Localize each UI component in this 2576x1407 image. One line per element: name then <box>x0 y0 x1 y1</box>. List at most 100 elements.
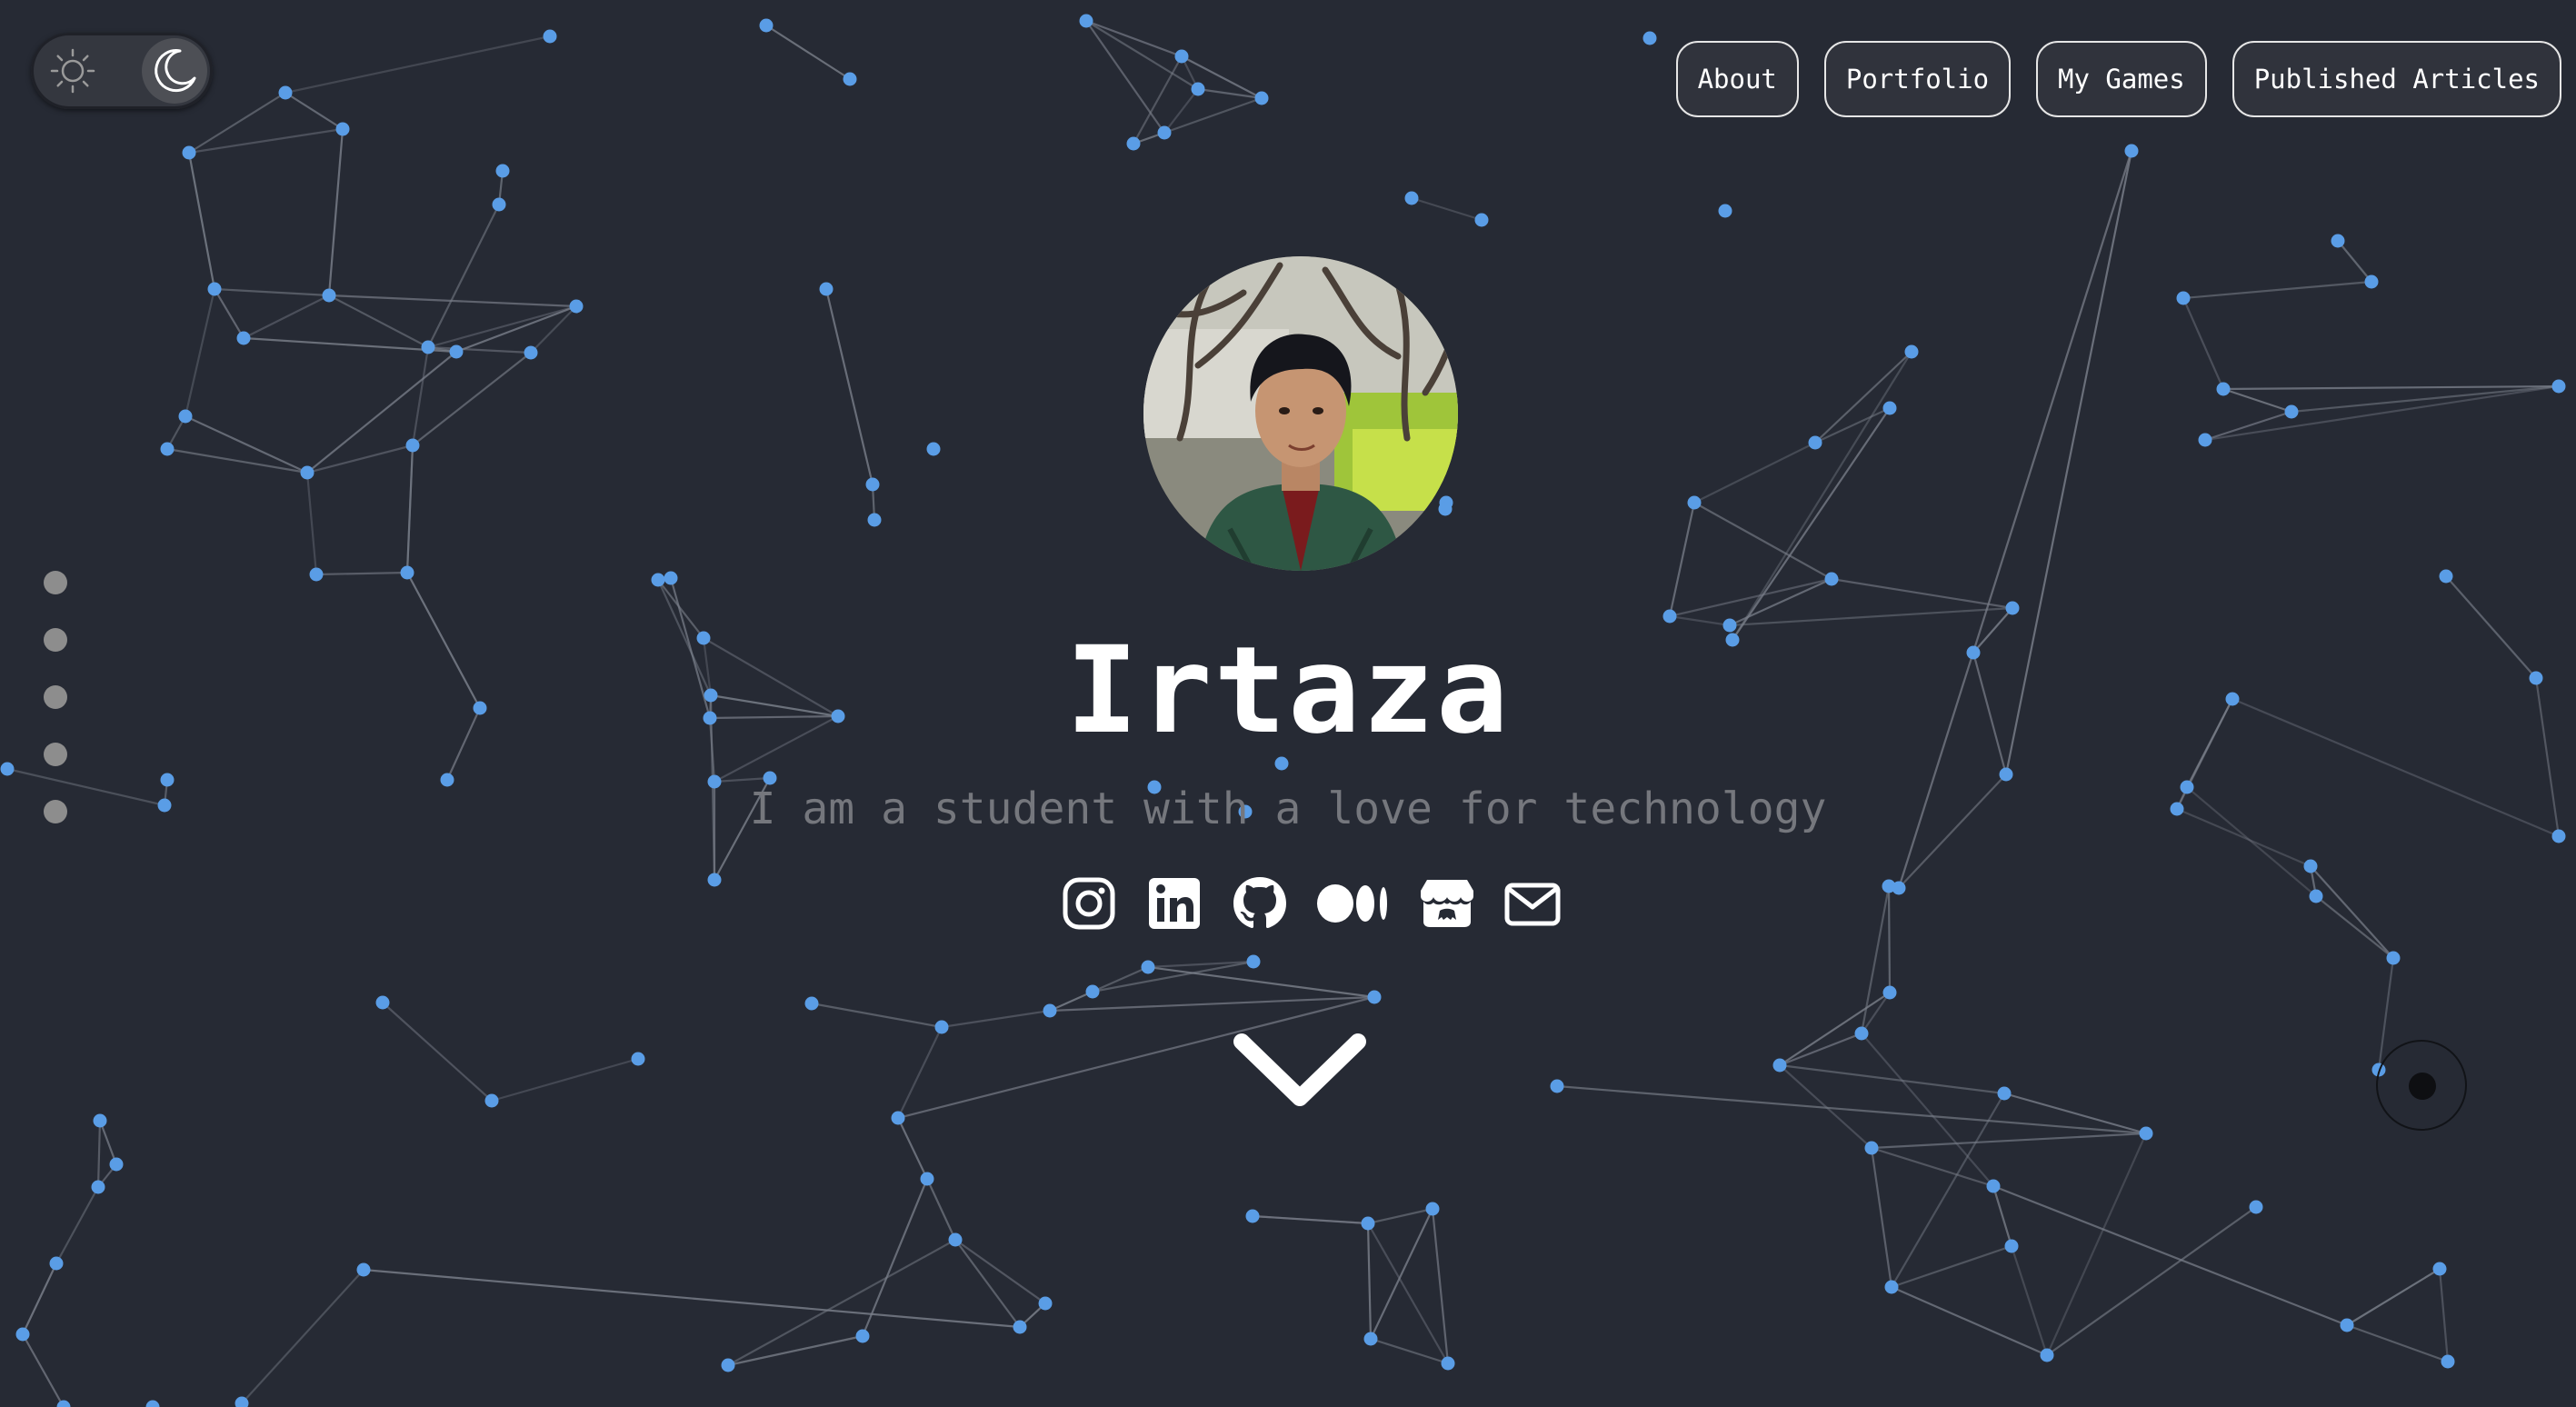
network-node <box>2216 382 2231 396</box>
network-node <box>1079 14 1093 28</box>
network-edge <box>1860 885 1891 1034</box>
network-edge <box>1669 614 1731 627</box>
network-node <box>2284 404 2299 419</box>
network-edge <box>1831 577 2013 610</box>
scroll-down-button[interactable] <box>1229 1029 1371 1113</box>
nav-about-button[interactable]: About <box>1675 41 1799 117</box>
network-node <box>300 465 315 480</box>
moon-icon <box>155 49 196 93</box>
network-node <box>920 1172 934 1186</box>
network-edge <box>427 304 577 349</box>
network-node <box>1884 1280 1899 1294</box>
network-edge <box>2182 280 2372 300</box>
network-node <box>1245 1209 1260 1223</box>
network-node <box>1772 1058 1787 1073</box>
network-node <box>1986 1179 2001 1193</box>
network-edge <box>1897 150 2133 889</box>
network-node <box>1157 125 1172 140</box>
network-node <box>2551 379 2566 394</box>
network-edge <box>811 1002 943 1029</box>
network-node <box>182 145 196 160</box>
network-edge <box>1411 196 1483 222</box>
network-node <box>926 442 941 456</box>
network-edge <box>2045 1133 2148 1356</box>
network-node <box>1882 879 1896 893</box>
network-edge <box>727 1239 956 1366</box>
network-edge <box>1779 992 1891 1066</box>
mail-icon[interactable] <box>1503 874 1562 933</box>
network-node <box>1361 1216 1375 1231</box>
network-node <box>1363 1332 1378 1346</box>
network-edge <box>1668 502 1696 617</box>
network-edge <box>243 294 330 339</box>
network-node <box>2331 234 2345 248</box>
network-edge <box>1891 1285 2048 1357</box>
network-node <box>891 1111 905 1125</box>
network-edge <box>2346 1323 2449 1363</box>
network-edge <box>315 571 408 576</box>
network-edge <box>306 351 457 474</box>
itchio-icon[interactable] <box>1418 874 1476 933</box>
nav-my-games-button[interactable]: My Games <box>2036 41 2207 117</box>
network-edge <box>411 346 430 446</box>
network-node <box>484 1093 499 1108</box>
network-edge <box>55 1186 99 1264</box>
network-node <box>492 197 506 212</box>
hero-section: About Portfolio My Games Published Artic… <box>0 0 2576 1407</box>
instagram-icon[interactable] <box>1060 874 1118 933</box>
network-node <box>1425 1202 1440 1216</box>
network-node <box>2176 291 2191 305</box>
network-node <box>843 72 857 86</box>
network-edge <box>2182 297 2225 390</box>
network-node <box>2309 889 2323 903</box>
network-node <box>2303 859 2318 873</box>
network-node <box>2439 569 2453 584</box>
network-node <box>855 1329 870 1343</box>
network-edge <box>1891 1244 2012 1289</box>
nav-portfolio-button[interactable]: Portfolio <box>1823 41 2012 117</box>
profile-tagline: I am a student with a love for technolog… <box>749 783 1827 834</box>
network-edge <box>714 776 771 783</box>
network-node <box>322 288 336 303</box>
network-node <box>819 282 834 296</box>
network-edge <box>765 25 851 80</box>
network-edge <box>491 1057 639 1103</box>
network-node <box>2386 951 2401 965</box>
network-node <box>400 565 414 580</box>
github-icon[interactable] <box>1231 874 1289 933</box>
social-links <box>1060 874 1562 933</box>
network-node <box>495 164 510 178</box>
network-node <box>759 18 774 33</box>
network-edge <box>1729 577 1832 627</box>
network-edge <box>2337 240 2372 283</box>
network-edge <box>241 1269 364 1404</box>
network-node <box>91 1180 105 1194</box>
network-node <box>160 442 175 456</box>
network-node <box>934 1020 949 1034</box>
network-node <box>867 513 882 527</box>
section-dot-1[interactable] <box>44 571 67 594</box>
network-node <box>405 438 420 453</box>
network-edge <box>1085 20 1165 134</box>
network-edge <box>2046 1206 2257 1356</box>
network-node <box>2139 1126 2153 1141</box>
network-node <box>1174 49 1189 64</box>
cursor-ring <box>2376 1040 2467 1131</box>
toggle-knob[interactable] <box>142 38 207 104</box>
network-edge <box>954 1239 1021 1328</box>
network-node <box>2364 274 2379 289</box>
network-edge <box>2222 387 2292 414</box>
network-node <box>1085 984 1100 999</box>
medium-icon[interactable] <box>1316 874 1391 933</box>
network-edge <box>2310 865 2394 959</box>
network-edge <box>187 152 216 290</box>
network-edge <box>382 1002 493 1102</box>
sun-icon <box>50 48 95 94</box>
theme-toggle[interactable] <box>31 33 213 109</box>
network-node <box>1864 1141 1879 1155</box>
network-edge <box>285 92 344 130</box>
cursor-dot <box>2409 1073 2436 1100</box>
nav-published-articles-button[interactable]: Published Articles <box>2232 41 2561 117</box>
linkedin-icon[interactable] <box>1145 874 1203 933</box>
network-node <box>1662 609 1677 624</box>
